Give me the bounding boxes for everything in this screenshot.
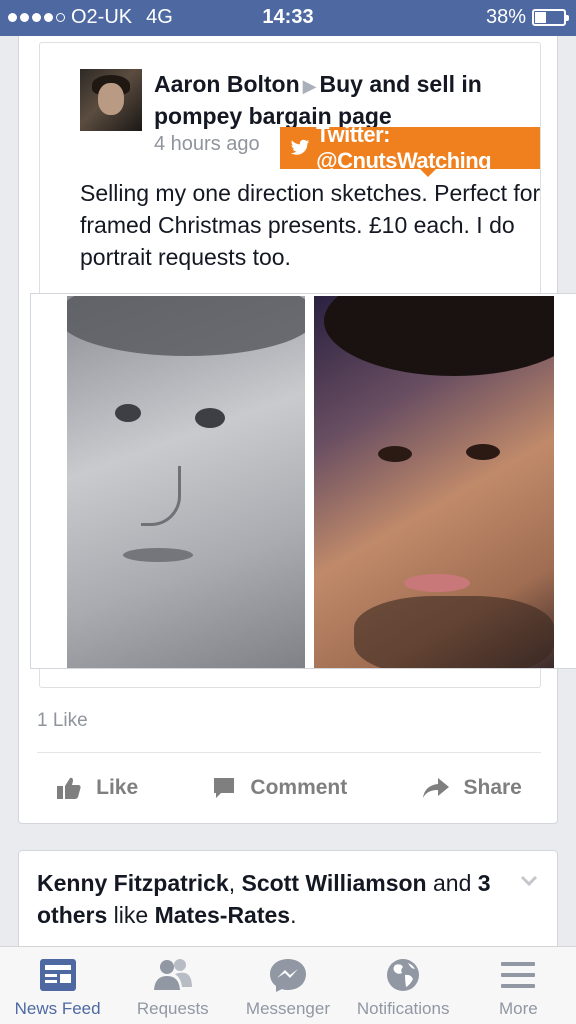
globe-icon <box>387 959 420 991</box>
post-image[interactable] <box>30 293 576 669</box>
like-count[interactable]: 1 Like <box>37 710 88 732</box>
post-actions: Like Comment Share <box>19 754 559 822</box>
story-text: Kenny Fitzpatrick, Scott Williamson and … <box>37 870 491 928</box>
twitter-bird-icon <box>290 139 310 155</box>
comment-label: Comment <box>250 776 348 799</box>
requests-icon <box>153 959 192 990</box>
comment-icon <box>214 778 235 798</box>
share-button[interactable]: Share <box>422 776 522 800</box>
tab-label: Requests <box>136 999 209 1018</box>
post-text: Selling my one direction sketches. Perfe… <box>80 180 541 270</box>
news-feed-icon <box>39 959 76 991</box>
tab-bar: News Feed Requests Messenger Notificatio… <box>0 946 576 1024</box>
comment-button[interactable]: Comment <box>212 776 347 800</box>
thumbs-up-icon <box>57 777 81 799</box>
post-card: Aaron Bolton ▶ Buy and sell in pompey barg… <box>18 36 576 824</box>
chevron-down-icon[interactable] <box>519 871 539 891</box>
tab-news-feed[interactable]: News Feed <box>0 947 115 1024</box>
author-name[interactable]: Aaron Bolton <box>154 71 300 97</box>
like-button[interactable]: Like <box>56 776 138 800</box>
battery-icon <box>532 9 569 26</box>
share-label: Share <box>463 776 522 799</box>
sketch-image <box>67 296 305 668</box>
watermark-text: Twitter: @CnutsWatching <box>316 122 492 173</box>
shared-post[interactable]: Aaron Bolton ▶ Buy and sell in pompey barg… <box>30 42 576 688</box>
news-feed[interactable]: Aaron Bolton ▶ Buy and sell in pompey barg… <box>0 36 576 946</box>
tab-label: More <box>498 999 538 1018</box>
menu-icon <box>501 962 536 988</box>
like-label: Like <box>96 776 139 799</box>
photo-image <box>314 296 554 668</box>
status-bar: O2-UK 4G 14:33 38% <box>0 0 576 36</box>
friend-name[interactable]: Kenny Fitzpatrick <box>37 870 229 896</box>
tab-label: Notifications <box>356 999 450 1018</box>
messenger-icon <box>269 959 306 992</box>
tab-label: News Feed <box>14 999 101 1018</box>
watermark: Twitter: @CnutsWatching <box>280 122 540 177</box>
tab-requests[interactable]: Requests <box>115 947 230 1024</box>
tab-more[interactable]: More <box>461 947 576 1024</box>
story-card[interactable]: Kenny Fitzpatrick, Scott Williamson and … <box>18 850 558 946</box>
divider <box>37 752 541 753</box>
avatar[interactable] <box>80 69 142 131</box>
post-timestamp[interactable]: 4 hours ago <box>154 133 260 156</box>
tab-label: Messenger <box>245 999 331 1018</box>
share-arrow-icon <box>422 778 449 798</box>
triangle-right-icon: ▶ <box>302 76 317 96</box>
page-link[interactable]: Mates-Rates <box>155 902 291 928</box>
friend-name[interactable]: Scott Williamson <box>242 870 427 896</box>
tab-notifications[interactable]: Notifications <box>346 947 461 1024</box>
tab-messenger[interactable]: Messenger <box>230 947 345 1024</box>
battery-percent: 38% <box>485 6 526 28</box>
